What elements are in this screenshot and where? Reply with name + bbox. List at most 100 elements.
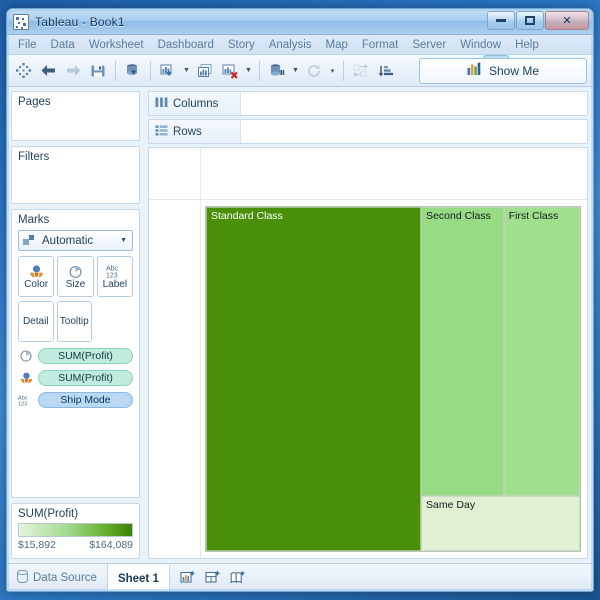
minimize-button[interactable] xyxy=(487,11,515,30)
rows-drop-zone[interactable] xyxy=(241,120,587,143)
marks-pill-size[interactable]: SUM(Profit) xyxy=(12,346,139,366)
tooltip-button[interactable]: Tooltip xyxy=(57,301,93,342)
legend-gradient-bar[interactable] xyxy=(18,523,133,537)
chevron-down-icon[interactable]: ▼ xyxy=(243,59,254,83)
title-bar: Tableau - Book1 ✕ xyxy=(7,9,593,35)
duplicate-sheet-icon[interactable] xyxy=(193,59,217,83)
viz-column-header-area xyxy=(149,148,587,200)
size-button[interactable]: Size xyxy=(57,256,93,297)
show-me-button[interactable]: Show Me xyxy=(419,58,587,84)
menu-item-story[interactable]: Story xyxy=(221,37,262,53)
columns-label-text: Columns xyxy=(173,98,218,110)
treemap-right-top-row: Second Class First Class xyxy=(421,207,580,496)
back-arrow-icon[interactable] xyxy=(36,59,60,83)
color-palette-icon xyxy=(18,371,34,385)
abc123-label-icon: Abc 123 xyxy=(18,393,34,407)
treemap-cell-label: First Class xyxy=(509,210,559,222)
mark-type-dropdown[interactable]: Automatic ▼ xyxy=(18,230,133,251)
tooltip-button-label: Tooltip xyxy=(60,317,89,327)
legend-title: SUM(Profit) xyxy=(12,504,139,522)
database-icon xyxy=(17,570,28,586)
marks-card: Marks Automatic ▼ xyxy=(11,209,140,498)
marks-pill-label[interactable]: Abc 123 Ship Mode xyxy=(12,390,139,410)
tableau-home-icon[interactable] xyxy=(11,59,35,83)
sheet-tab-bar: Data Source Sheet 1 xyxy=(7,563,593,591)
treemap-right-column: Second Class First Class Same Day xyxy=(421,207,580,551)
data-source-label: Data Source xyxy=(33,572,97,584)
treemap-cell-label: Second Class xyxy=(426,210,491,222)
legend-min-value: $15,892 xyxy=(18,539,56,551)
bar-chart-icon xyxy=(467,62,482,81)
new-worksheet-icon[interactable] xyxy=(156,59,180,83)
new-worksheet-icon[interactable] xyxy=(180,570,195,585)
menu-item-window[interactable]: Window xyxy=(453,37,508,53)
color-button[interactable]: Color xyxy=(18,256,54,297)
size-button-label: Size xyxy=(66,280,85,290)
menu-item-server[interactable]: Server xyxy=(405,37,453,53)
swap-axes-icon[interactable] xyxy=(349,59,373,83)
toolbar-separator xyxy=(343,61,344,81)
main-body: Pages Filters Marks Automatic ▼ xyxy=(7,87,593,563)
toolbar: ▼ ▼ xyxy=(7,55,593,87)
treemap-wrapper: Standard Class Second Class First Clas xyxy=(201,200,587,558)
maximize-button[interactable] xyxy=(516,11,544,30)
treemap-cell-first-class[interactable]: First Class xyxy=(504,207,580,496)
treemap-cell-same-day[interactable]: Same Day xyxy=(421,496,580,551)
filters-card[interactable]: Filters xyxy=(11,146,140,204)
close-button[interactable]: ✕ xyxy=(545,11,589,30)
detail-button[interactable]: Detail xyxy=(18,301,54,342)
pages-card[interactable]: Pages xyxy=(11,91,140,141)
treemap-cell-standard-class[interactable]: Standard Class xyxy=(206,207,421,551)
sheet-tab-sheet1[interactable]: Sheet 1 xyxy=(108,564,170,591)
rows-icon xyxy=(155,125,168,139)
sheet-tab-label: Sheet 1 xyxy=(118,573,159,585)
menu-item-worksheet[interactable]: Worksheet xyxy=(82,37,151,53)
menu-item-data[interactable]: Data xyxy=(44,37,82,53)
sort-ascending-icon[interactable] xyxy=(374,59,398,83)
forward-arrow-icon[interactable] xyxy=(61,59,85,83)
chevron-down-icon: ▼ xyxy=(120,237,127,244)
menu-item-analysis[interactable]: Analysis xyxy=(262,37,319,53)
left-panel: Pages Filters Marks Automatic ▼ xyxy=(7,87,144,563)
rows-shelf[interactable]: Rows xyxy=(148,119,588,144)
columns-drop-zone[interactable] xyxy=(241,92,587,115)
chevron-down-icon[interactable]: ▼ xyxy=(290,59,301,83)
menu-item-help[interactable]: Help xyxy=(508,37,546,53)
show-me-label: Show Me xyxy=(489,64,539,78)
treemap-right-bottom-row: Same Day xyxy=(421,496,580,551)
svg-text:Abc: Abc xyxy=(106,266,119,273)
detail-button-label: Detail xyxy=(23,317,49,327)
menu-item-format[interactable]: Format xyxy=(355,37,405,53)
new-story-icon[interactable] xyxy=(230,570,245,585)
color-palette-icon xyxy=(28,263,45,279)
treemap-cell-label: Standard Class xyxy=(211,210,283,222)
tableau-icon xyxy=(13,14,29,30)
treemap-cell-second-class[interactable]: Second Class xyxy=(421,207,504,496)
new-data-source-icon[interactable] xyxy=(121,59,145,83)
columns-shelf[interactable]: Columns xyxy=(148,91,588,116)
pause-updates-icon[interactable] xyxy=(302,59,326,83)
visualization-canvas[interactable]: Standard Class Second Class First Clas xyxy=(148,147,588,559)
data-source-tab[interactable]: Data Source xyxy=(7,564,108,591)
viz-corner xyxy=(149,148,201,199)
clear-sheet-icon[interactable] xyxy=(218,59,242,83)
menu-bar: File Data Worksheet Dashboard Story Anal… xyxy=(7,35,593,55)
color-legend-card: SUM(Profit) $15,892 $164,089 xyxy=(11,503,140,559)
save-icon[interactable] xyxy=(86,59,110,83)
treemap-left-column: Standard Class xyxy=(206,207,421,551)
label-button[interactable]: Abc 123 Label xyxy=(97,256,133,297)
window-title: Tableau - Book1 xyxy=(35,15,125,29)
filters-title: Filters xyxy=(12,147,139,165)
refresh-data-icon[interactable] xyxy=(265,59,289,83)
worksheet-area: Columns Ro xyxy=(144,87,593,563)
pages-title: Pages xyxy=(12,92,139,110)
label-button-label: Label xyxy=(103,280,127,290)
menu-item-dashboard[interactable]: Dashboard xyxy=(151,37,221,53)
marks-title: Marks xyxy=(12,210,139,228)
chevron-down-icon[interactable]: ▼ xyxy=(181,59,192,83)
menu-item-file[interactable]: File xyxy=(11,37,44,53)
new-dashboard-icon[interactable] xyxy=(205,570,220,585)
menu-item-map[interactable]: Map xyxy=(319,37,355,53)
marks-pill-color[interactable]: SUM(Profit) xyxy=(12,368,139,388)
treemap-chart[interactable]: Standard Class Second Class First Clas xyxy=(205,206,581,552)
